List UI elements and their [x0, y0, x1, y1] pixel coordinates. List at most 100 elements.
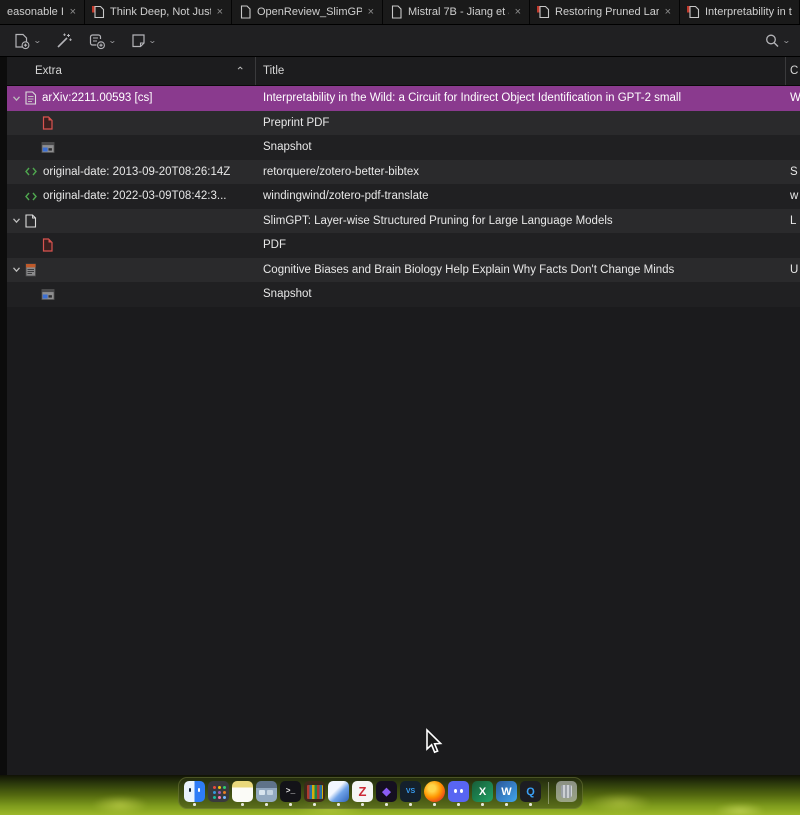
tab-5[interactable]: Restoring Pruned Large×: [530, 0, 680, 24]
table-row[interactable]: original-date: 2013-09-20T08:26:14Z retor…: [7, 160, 800, 185]
title-text: Preprint PDF: [263, 117, 329, 129]
zotero-icon: Z: [352, 781, 373, 802]
dock-item-obsidian[interactable]: ◆: [376, 781, 397, 806]
table-row[interactable]: arXiv:2211.00593 [cs]Interpretability in…: [7, 86, 800, 111]
creator-cell: S: [786, 160, 800, 185]
column-label: Extra: [35, 65, 62, 77]
sort-ascending-icon: ⌃: [235, 64, 245, 78]
table-row[interactable]: original-date: 2022-03-09T08:42:3...wind…: [7, 184, 800, 209]
close-icon[interactable]: ×: [664, 7, 672, 18]
code-icon: [24, 165, 38, 178]
creator-cell: U: [786, 258, 800, 283]
blueapp-icon: [328, 781, 349, 802]
column-header-creator[interactable]: C: [786, 57, 800, 85]
expand-chevron-icon[interactable]: [10, 216, 22, 225]
dock-item-firefox[interactable]: [424, 781, 445, 806]
running-indicator-dot: [313, 803, 316, 806]
close-icon[interactable]: ×: [216, 7, 224, 18]
title-cell: Cognitive Biases and Brain Biology Help …: [256, 258, 786, 283]
zotero-window: easonable Inef×Think Deep, Not Just L×Op…: [0, 0, 800, 815]
add-by-identifier-button[interactable]: [55, 32, 73, 50]
column-header-title[interactable]: Title: [256, 57, 786, 85]
new-note-button[interactable]: ⌄: [129, 32, 156, 50]
extra-cell: [7, 135, 256, 160]
code-icon: [24, 190, 38, 203]
search-button[interactable]: ⌄: [763, 32, 790, 50]
column-header-extra[interactable]: Extra ⌃: [7, 57, 256, 85]
dock-item-zotero[interactable]: Z: [352, 781, 373, 806]
items-list-empty-space[interactable]: [7, 307, 800, 776]
document-icon: [24, 91, 37, 105]
excel-icon: X: [472, 781, 493, 802]
expand-chevron-icon[interactable]: [10, 265, 22, 274]
close-icon[interactable]: ×: [69, 7, 77, 18]
pdf-icon: [41, 238, 54, 252]
table-header: Extra ⌃ Title C: [7, 57, 800, 86]
document-blank-icon: [24, 214, 37, 228]
pdf-icon: [41, 116, 54, 130]
collections-pane-edge[interactable]: [0, 57, 7, 775]
chevron-down-icon: ⌄: [108, 36, 117, 45]
new-item-button[interactable]: ⌄: [12, 32, 41, 50]
title-text: Snapshot: [263, 141, 312, 153]
title-cell: retorquere/zotero-better-bibtex: [256, 160, 786, 185]
table-row[interactable]: Snapshot: [7, 282, 800, 307]
dock-item-calendar[interactable]: [232, 781, 253, 806]
title-text: SlimGPT: Layer-wise Structured Pruning f…: [263, 215, 613, 227]
tab-6[interactable]: Interpretability in the: [680, 0, 800, 24]
title-text: PDF: [263, 239, 286, 251]
table-row[interactable]: Preprint PDF: [7, 111, 800, 136]
title-text: Snapshot: [263, 288, 312, 300]
close-icon[interactable]: ×: [367, 7, 375, 18]
pdf-file-icon: [687, 5, 700, 19]
tab-label: OpenReview_SlimGPT_: [257, 6, 362, 18]
dock-item-discord[interactable]: [448, 781, 469, 806]
dock-item-photos[interactable]: [256, 781, 277, 806]
dock-item-terminal[interactable]: >_: [280, 781, 301, 806]
creator-cell: [786, 282, 800, 307]
extra-text: original-date: 2013-09-20T08:26:14Z: [43, 166, 230, 178]
dock-item-quicktime[interactable]: Q: [520, 781, 541, 806]
table-row[interactable]: PDF: [7, 233, 800, 258]
tab-3[interactable]: OpenReview_SlimGPT_ ×: [232, 0, 383, 24]
photos-icon: [256, 781, 277, 802]
chevron-down-icon: ⌄: [782, 36, 791, 45]
dock-item-launchpad[interactable]: [208, 781, 229, 806]
running-indicator-dot: [505, 803, 508, 806]
toolbar: ⌄ ⌄: [0, 25, 800, 57]
dock: >_ Z◆VS XWQ: [178, 777, 583, 809]
extra-cell: [7, 258, 256, 283]
dock-item-vscode[interactable]: VS: [400, 781, 421, 806]
quicktime-icon: Q: [520, 781, 541, 802]
running-indicator-dot: [289, 803, 292, 806]
extra-cell: [7, 209, 256, 234]
title-cell: Preprint PDF: [256, 111, 786, 136]
close-icon[interactable]: ×: [514, 7, 522, 18]
creator-cell: [786, 135, 800, 160]
dock-item-books[interactable]: [304, 781, 325, 806]
search-icon: [763, 32, 781, 50]
table-row[interactable]: SlimGPT: Layer-wise Structured Pruning f…: [7, 209, 800, 234]
new-attachment-button[interactable]: ⌄: [87, 32, 116, 50]
expand-chevron-icon[interactable]: [10, 94, 22, 103]
discord-icon: [448, 781, 469, 802]
new-attachment-icon: [87, 32, 107, 50]
tab-2[interactable]: Think Deep, Not Just L×: [85, 0, 232, 24]
dock-item-word[interactable]: W: [496, 781, 517, 806]
tab-bar: easonable Inef×Think Deep, Not Just L×Op…: [0, 0, 800, 25]
tab-1[interactable]: easonable Inef×: [0, 0, 85, 24]
pdf-file-icon: [92, 5, 105, 19]
tab-4[interactable]: Mistral 7B - Jiang et al×: [383, 0, 530, 24]
items-list: arXiv:2211.00593 [cs]Interpretability in…: [7, 86, 800, 307]
dock-item-finder[interactable]: [184, 781, 205, 806]
dock-item-trash[interactable]: [556, 781, 577, 806]
running-indicator-dot: [385, 803, 388, 806]
running-indicator-dot: [241, 803, 244, 806]
column-label: C: [790, 65, 798, 77]
dock-item-excel[interactable]: X: [472, 781, 493, 806]
creator-text: S: [790, 166, 798, 178]
dock-item-blueapp[interactable]: [328, 781, 349, 806]
table-row[interactable]: Cognitive Biases and Brain Biology Help …: [7, 258, 800, 283]
creator-cell: w: [786, 184, 800, 209]
table-row[interactable]: Snapshot: [7, 135, 800, 160]
